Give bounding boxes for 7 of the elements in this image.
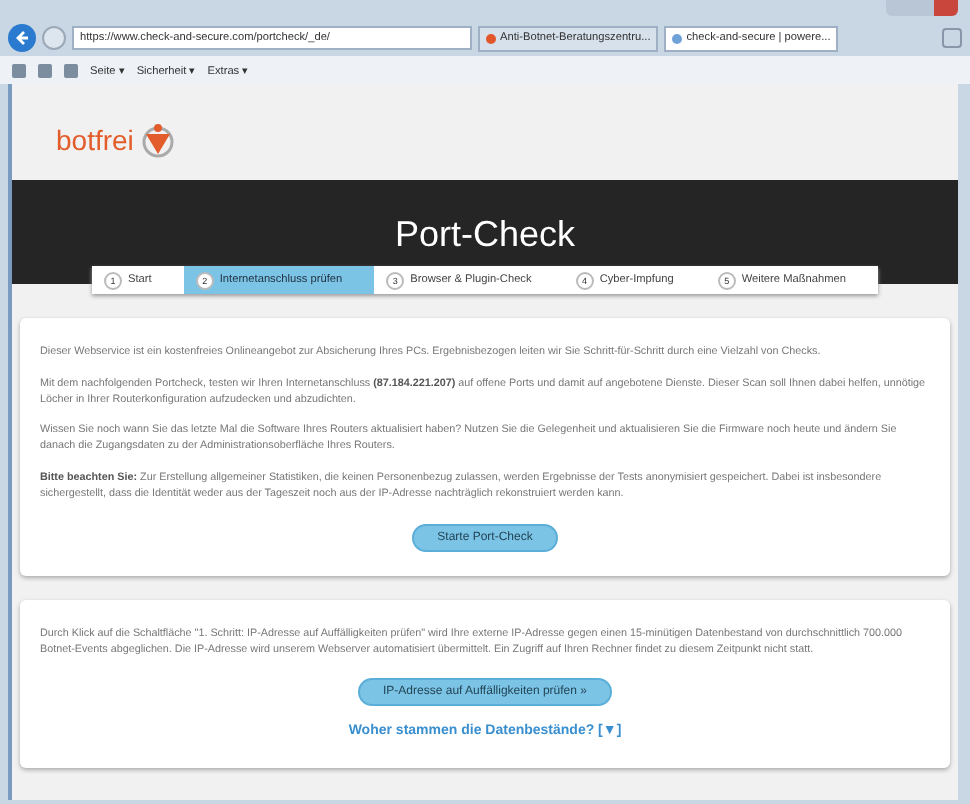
page-title: Port-Check (394, 214, 576, 256)
back-button[interactable] (8, 24, 36, 52)
arrow-icon (14, 30, 30, 46)
logo-text: botfrei (56, 124, 134, 156)
logo-icon (139, 122, 176, 158)
forward-button[interactable] (42, 26, 66, 50)
window-controls[interactable] (886, 0, 958, 16)
